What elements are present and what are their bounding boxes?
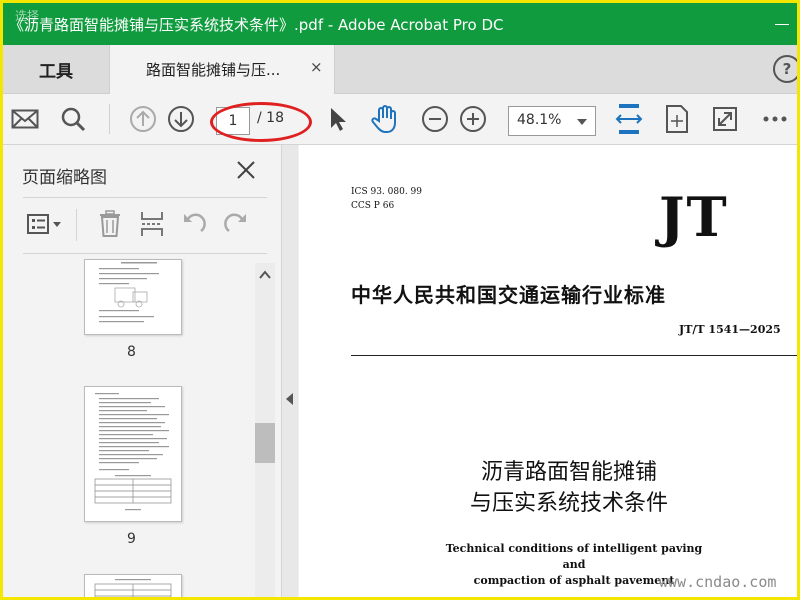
title-en-line-1: Technical conditions of intelligent pavi… <box>445 542 703 571</box>
minimize-button[interactable] <box>775 24 789 25</box>
email-icon[interactable] <box>9 103 41 135</box>
ics-code: ICS 93. 080. 99 <box>351 187 422 197</box>
more-options-icon[interactable] <box>759 103 791 135</box>
toolbar: 1 / 18 48.1% <box>3 94 797 145</box>
delete-page-icon[interactable] <box>95 209 125 239</box>
thumbnail-page-number: 8 <box>127 344 136 360</box>
hand-tool-icon[interactable] <box>369 103 401 135</box>
tab-bar: 工具 路面智能摊铺与压... × ? <box>3 45 797 94</box>
previous-page-icon[interactable] <box>127 103 159 135</box>
scroll-up-icon[interactable] <box>258 267 272 281</box>
close-tab-icon[interactable]: × <box>310 58 323 76</box>
page-thumbnail[interactable] <box>84 259 182 335</box>
zoom-value: 48.1% <box>517 112 562 128</box>
site-watermark: www.cndao.com <box>659 573 777 591</box>
panel-divider <box>23 197 267 198</box>
page-thumbnail[interactable] <box>84 574 182 597</box>
standard-heading: 中华人民共和国交通运输行业标准 <box>351 283 666 307</box>
ccs-code: CCS P 66 <box>351 201 395 211</box>
search-icon[interactable] <box>57 103 89 135</box>
document-title-cn: 沥青路面智能摊铺 与压实系统技术条件 <box>449 457 689 519</box>
thumbnail-panel: 页面缩略图 8 9 <box>3 145 282 597</box>
collapse-panel-icon[interactable] <box>286 393 293 405</box>
next-page-icon[interactable] <box>165 103 197 135</box>
rotate-left-icon[interactable] <box>179 209 209 239</box>
document-view[interactable]: ICS 93. 080. 99 CCS P 66 JT 中华人民共和国交通运输行… <box>299 145 797 597</box>
heading-rule <box>351 355 797 356</box>
zoom-in-icon[interactable] <box>457 103 489 135</box>
tab-tools[interactable]: 工具 <box>3 45 109 93</box>
highlight-circle <box>210 102 312 142</box>
panel-title: 页面缩略图 <box>22 168 107 188</box>
zoom-out-icon[interactable] <box>419 103 451 135</box>
tab-document-label: 路面智能摊铺与压... <box>146 61 281 79</box>
standard-code: JT/T 1541—2025 <box>679 323 781 336</box>
panel-divider <box>23 253 267 254</box>
chevron-down-icon <box>577 119 587 125</box>
help-icon[interactable]: ? <box>773 55 797 83</box>
full-screen-icon[interactable] <box>709 103 741 135</box>
toolbar-divider <box>76 209 77 241</box>
rotate-right-icon[interactable] <box>221 209 251 239</box>
title-bar: 选择 《沥青路面智能摊铺与压实系统技术条件》.pdf - Adobe Acrob… <box>3 3 797 45</box>
fit-width-icon[interactable] <box>613 103 645 135</box>
page-thumbnail[interactable] <box>84 386 182 522</box>
select-cursor-icon[interactable] <box>321 103 353 135</box>
title-line-2: 与压实系统技术条件 <box>469 491 668 516</box>
title-line-1: 沥青路面智能摊铺 <box>480 460 657 485</box>
tab-document[interactable]: 路面智能摊铺与压... × <box>109 45 335 94</box>
app-window: 选择 《沥青路面智能摊铺与压实系统技术条件》.pdf - Adobe Acrob… <box>0 0 800 600</box>
toolbar-divider <box>109 104 110 134</box>
window-title: 《沥青路面智能摊铺与压实系统技术条件》.pdf - Adobe Acrobat … <box>9 16 504 34</box>
thumbnail-options-icon[interactable] <box>25 209 65 239</box>
thumbnail-scrollbar[interactable] <box>255 263 275 597</box>
scrollbar-thumb[interactable] <box>255 423 275 463</box>
close-panel-icon[interactable] <box>235 159 257 181</box>
panel-splitter[interactable] <box>282 145 298 597</box>
doc-classification: ICS 93. 080. 99 CCS P 66 <box>351 185 422 213</box>
page-layout-icon[interactable] <box>661 103 693 135</box>
thumbnail-page-number: 9 <box>127 531 136 547</box>
standard-logo: JT <box>659 185 729 249</box>
zoom-select[interactable]: 48.1% <box>508 106 596 136</box>
insert-page-icon[interactable] <box>137 209 167 239</box>
